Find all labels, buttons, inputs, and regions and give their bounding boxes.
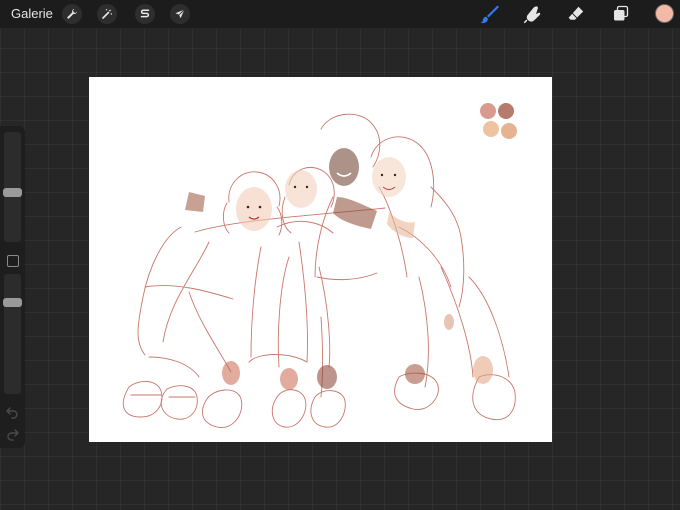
redo-icon[interactable] bbox=[5, 426, 20, 441]
brush-icon bbox=[480, 5, 499, 24]
arrow-cursor-icon bbox=[175, 9, 185, 19]
smudge-finger-icon bbox=[523, 6, 541, 24]
smudge-button[interactable] bbox=[522, 3, 544, 25]
selection-s-icon bbox=[140, 9, 150, 18]
current-color-swatch[interactable] bbox=[655, 4, 674, 23]
modify-button[interactable] bbox=[7, 255, 19, 267]
selection-button[interactable] bbox=[135, 4, 155, 24]
eraser-icon bbox=[568, 6, 584, 20]
opacity-slider[interactable] bbox=[4, 274, 21, 394]
layers-button[interactable] bbox=[610, 3, 632, 25]
top-toolbar: Galerie bbox=[0, 0, 680, 28]
transform-button[interactable] bbox=[170, 4, 190, 24]
actions-button[interactable] bbox=[62, 4, 82, 24]
magic-wand-icon bbox=[102, 9, 112, 19]
left-sidebar bbox=[0, 126, 25, 448]
brush-button[interactable] bbox=[478, 3, 500, 25]
drawing-canvas[interactable] bbox=[89, 77, 552, 442]
eraser-button[interactable] bbox=[565, 3, 587, 25]
brush-size-slider-thumb[interactable] bbox=[3, 187, 22, 197]
wrench-icon bbox=[67, 9, 77, 19]
layers-icon bbox=[614, 5, 629, 21]
adjustments-button[interactable] bbox=[97, 4, 117, 24]
gallery-button[interactable]: Galerie bbox=[11, 6, 53, 21]
opacity-slider-thumb[interactable] bbox=[3, 298, 22, 308]
undo-icon[interactable] bbox=[5, 404, 20, 419]
sketch-artwork bbox=[122, 113, 516, 428]
